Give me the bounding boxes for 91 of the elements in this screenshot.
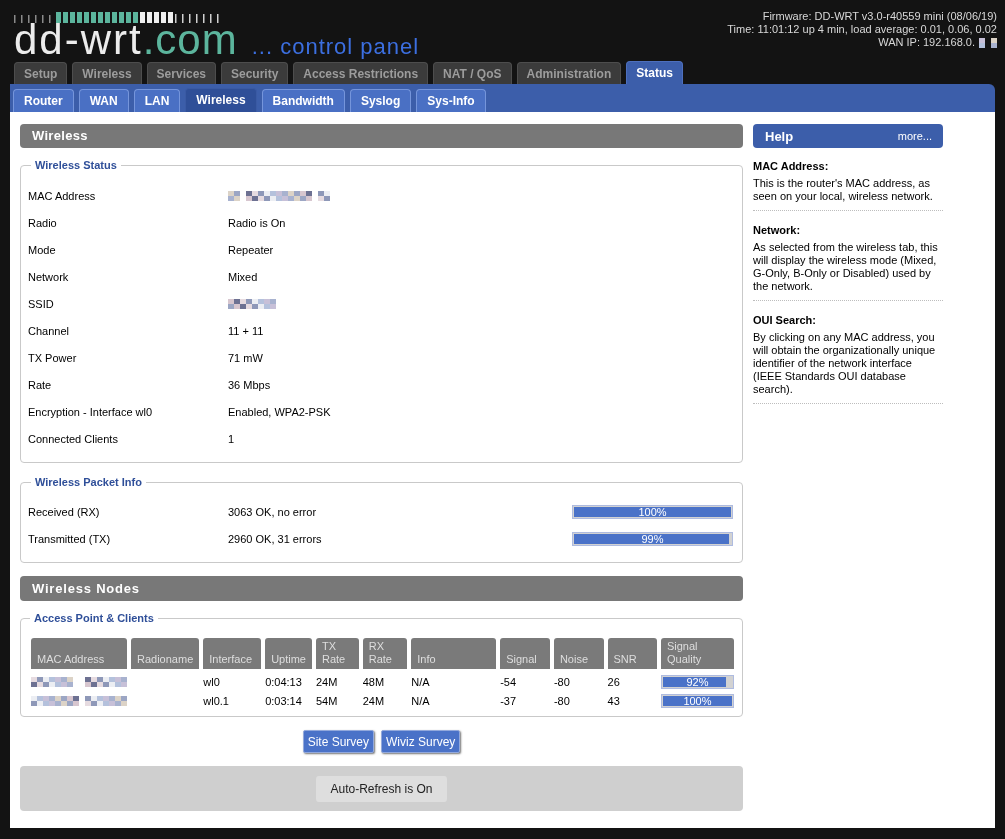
field-value: Mixed xyxy=(228,270,258,283)
field-value: 71 mW xyxy=(228,351,263,364)
table-cell-text: 48M xyxy=(362,674,386,690)
table-cell-text: N/A xyxy=(411,693,431,709)
help-topic-title: MAC Address: xyxy=(753,160,830,173)
table-cell-text: 24M xyxy=(362,693,386,709)
field-label: Received (RX) xyxy=(28,505,101,518)
table-cell-text: -54 xyxy=(500,674,518,690)
field-value: 11 + 11 xyxy=(228,324,264,337)
sub-tab[interactable]: Router xyxy=(13,89,74,112)
field-label: Encryption - Interface wl0 xyxy=(28,405,154,418)
field-value: 3063 OK, no error xyxy=(228,505,317,518)
main-tab[interactable]: Security xyxy=(221,62,289,84)
field-label: MAC Address xyxy=(28,189,97,202)
sub-tab[interactable]: WAN xyxy=(78,89,129,112)
table-cell-text: wl0 xyxy=(203,674,221,690)
column-header: Uptime xyxy=(265,638,312,669)
table-cell-text: 0:03:14 xyxy=(265,693,303,709)
pixelated-redaction-icon xyxy=(228,190,330,201)
main-tab[interactable]: Status xyxy=(626,61,683,84)
field-value: Radio is On xyxy=(228,216,286,229)
table-cell-text: 0:04:13 xyxy=(265,674,303,690)
field-value: Enabled, WPA2-PSK xyxy=(228,405,331,418)
field-label: Network xyxy=(28,270,70,283)
field-value: 1 xyxy=(228,432,235,445)
field-value: 2960 OK, 31 errors xyxy=(228,532,322,545)
field-value: 36 Mbps xyxy=(228,378,271,391)
header-info-text: Firmware: DD-WRT v3.0-r40559 mini (08/06/19) xyxy=(762,10,997,23)
table-cell-text: N/A xyxy=(411,674,431,690)
table-cell-text: 24M xyxy=(316,674,339,690)
field-value: Repeater xyxy=(228,243,274,256)
column-header: Signal xyxy=(500,638,550,669)
progress-reading: 99% xyxy=(641,532,664,545)
field-label: Mode xyxy=(28,243,57,256)
help-topic-title: OUI Search: xyxy=(753,314,817,327)
survey-button[interactable]: Wiviz Survey xyxy=(381,730,461,753)
help-text: This is the router's MAC address, as seen on your local, wireless network. xyxy=(753,177,934,203)
main-tab[interactable]: NAT / QoS xyxy=(433,62,512,84)
column-header: Interface xyxy=(203,638,262,669)
progress-reading: 100% xyxy=(638,505,667,518)
main-tab[interactable]: Administration xyxy=(516,62,622,84)
sub-tab[interactable]: Wireless xyxy=(185,88,257,112)
help-text: By clicking on any MAC address, you will obtain the organizationally unique identifier of the network interface (IEEE Standards OUI database search). xyxy=(753,331,937,396)
more-link[interactable]: more... xyxy=(897,130,932,142)
column-header: SNR xyxy=(607,638,657,669)
section-header: Wireless xyxy=(20,124,743,148)
progress-reading: 100% xyxy=(683,694,712,707)
header-info-text: Time: 11:01:12 up 4 min, load average: 0.01, 0.06, 0.02 xyxy=(727,23,997,36)
field-label: Connected Clients xyxy=(28,432,119,445)
logo-text: dd-wrt.com xyxy=(14,23,238,57)
survey-button[interactable]: Site Survey xyxy=(302,730,374,753)
field-label: TX Power xyxy=(28,351,78,364)
sub-tab[interactable]: LAN xyxy=(133,89,181,112)
header-info-text: WAN IP: 192.168.0. xyxy=(878,36,975,49)
column-header: Noise xyxy=(553,638,604,669)
help-title: Help xyxy=(765,128,794,144)
pixelated-redaction-icon xyxy=(228,298,276,309)
sub-tab[interactable]: Syslog xyxy=(349,89,412,112)
group-title: Wireless Status xyxy=(34,159,118,172)
column-header: RX Rate xyxy=(362,638,408,669)
main-tab[interactable]: Wireless xyxy=(72,62,142,84)
field-label: Transmitted (TX) xyxy=(28,532,112,545)
table-cell-text: -37 xyxy=(500,693,518,709)
table-cell-text: 54M xyxy=(316,693,339,709)
table-cell-text: 43 xyxy=(607,693,621,709)
field-label: Channel xyxy=(28,324,70,337)
help-text: As selected from the wireless tab, this will display the wireless mode (Mixed, G-Only, B-Only or Disabled) used by the network. xyxy=(753,241,939,293)
table-cell-text: -80 xyxy=(553,693,571,709)
column-header: Info xyxy=(411,638,497,669)
help-topic-title: Network: xyxy=(753,224,802,237)
table-cell-text: -80 xyxy=(553,674,571,690)
progress-reading: 92% xyxy=(686,675,709,688)
column-header: Signal Quality xyxy=(660,638,734,669)
main-tab[interactable]: Access Restrictions xyxy=(293,62,429,84)
section-header: Wireless Nodes xyxy=(20,576,743,601)
field-label: SSID xyxy=(28,297,55,310)
table-cell-text: wl0.1 xyxy=(203,693,230,709)
field-label: Rate xyxy=(28,378,53,391)
table-cell-text: 26 xyxy=(607,674,621,690)
sub-tab[interactable]: Sys-Info xyxy=(416,89,486,112)
group-title: Wireless Packet Info xyxy=(34,476,143,489)
column-header: TX Rate xyxy=(316,638,359,669)
column-header: MAC Address xyxy=(31,638,127,669)
group-title: Access Point & Clients xyxy=(33,612,155,625)
main-tab[interactable]: Services xyxy=(146,62,216,84)
sub-tab[interactable]: Bandwidth xyxy=(261,89,345,112)
main-tab[interactable]: Setup xyxy=(14,62,68,84)
auto-refresh-button[interactable]: Auto-Refresh is On xyxy=(316,775,447,802)
field-label: Radio xyxy=(28,216,58,229)
column-header: Radioname xyxy=(131,638,200,669)
logo-tagline: ... control panel xyxy=(251,35,420,59)
